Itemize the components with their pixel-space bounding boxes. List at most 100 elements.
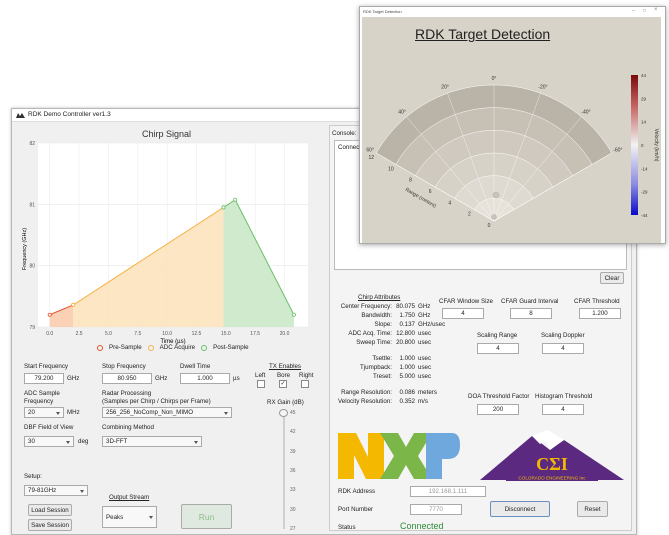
chirp-attribute-value: 0.086 bbox=[399, 389, 415, 396]
combining-method-select[interactable]: 3D-FFT bbox=[102, 436, 202, 447]
rx-gain-tick-label: 30 bbox=[290, 506, 296, 513]
tx-enables-label: TX Enables bbox=[269, 363, 301, 370]
setup-value: 79-81GHz bbox=[28, 487, 57, 494]
histogram-threshold-label: Histogram Threshold bbox=[535, 393, 593, 400]
radar-processing-sublabel: (Samples per Chirp / Chirps per Frame) bbox=[102, 398, 211, 405]
tx-right-checkbox[interactable] bbox=[301, 380, 309, 388]
chirp-attribute-label: Velocity Resolution: bbox=[338, 398, 392, 405]
chevron-down-icon bbox=[224, 412, 228, 415]
scaling-doppler-input[interactable]: 4 bbox=[542, 343, 584, 354]
angle-label: -60° bbox=[613, 148, 622, 154]
legend-adc-acquire: ADC Acquire bbox=[159, 344, 196, 351]
range-label: 12 bbox=[368, 155, 374, 161]
series-point bbox=[71, 302, 76, 307]
x-tick-label: 10.0 bbox=[162, 331, 172, 337]
rx-gain-tick-label: 45 bbox=[290, 410, 296, 416]
chirp-attribute-value: 0.137 bbox=[399, 321, 415, 328]
cfar-guard-interval-input[interactable]: 8 bbox=[510, 308, 552, 319]
range-label: 4 bbox=[448, 200, 451, 206]
doa-threshold-input[interactable]: 200 bbox=[477, 404, 519, 415]
range-label: 10 bbox=[388, 166, 394, 172]
chart-title: Chirp Signal bbox=[142, 129, 192, 139]
maximize-icon[interactable]: □ bbox=[643, 8, 646, 14]
stop-frequency-input[interactable]: 80.950 bbox=[102, 373, 152, 384]
chirp-attribute-value: 0.352 bbox=[399, 398, 415, 405]
cfar-threshold-label: CFAR Threshold bbox=[574, 298, 620, 305]
tx-bore-checkbox[interactable]: ✓ bbox=[279, 380, 287, 388]
td-titlebar: RDK Target Detection – □ × bbox=[360, 7, 665, 17]
disconnect-button[interactable]: Disconnect bbox=[490, 501, 550, 517]
run-button[interactable]: Run bbox=[181, 504, 232, 529]
colorbar-tick-label: 44 bbox=[641, 73, 647, 78]
chevron-down-icon bbox=[149, 516, 153, 519]
x-tick-label: 0.0 bbox=[46, 331, 53, 337]
legend-post-sample: Post-Sample bbox=[213, 344, 249, 351]
start-frequency-unit: GHz bbox=[67, 375, 80, 382]
output-stream-label: Output Stream bbox=[109, 494, 150, 501]
adc-unit: MHz bbox=[67, 409, 80, 416]
output-stream-select[interactable]: Peaks bbox=[102, 506, 157, 528]
polar-plot: 0° 20° -20° 40° -40° 60° -60° 12 10 8 6 4 2 0 Range (m… bbox=[366, 73, 659, 229]
chevron-down-icon bbox=[56, 412, 60, 415]
minimize-icon[interactable]: – bbox=[632, 8, 635, 14]
scaling-range-input[interactable]: 4 bbox=[477, 343, 519, 354]
chirp-attribute-value: 1.750 bbox=[399, 312, 415, 319]
angle-label: 0° bbox=[492, 76, 497, 82]
cfar-window-size-input[interactable]: 4 bbox=[442, 308, 484, 319]
chirp-attribute-label: Center Frequency: bbox=[340, 303, 392, 310]
series-point bbox=[47, 312, 52, 317]
range-label: 0 bbox=[488, 223, 491, 229]
chirp-attribute-label: Tjumpback: bbox=[360, 364, 392, 371]
reset-button[interactable]: Reset bbox=[577, 501, 608, 517]
chirp-attribute-unit: m/s bbox=[418, 398, 428, 405]
chirp-attribute-label: Slope: bbox=[374, 321, 392, 328]
range-label: 8 bbox=[409, 178, 412, 184]
y-tick-label: 80 bbox=[29, 264, 35, 270]
setup-label: Setup: bbox=[24, 473, 42, 480]
port-number-input[interactable]: 7770 bbox=[410, 504, 462, 515]
clear-button[interactable]: Clear bbox=[600, 272, 624, 284]
stop-frequency-label: Stop Frequency bbox=[102, 363, 146, 370]
start-frequency-label: Start Frequency bbox=[24, 363, 69, 370]
target-marker bbox=[492, 191, 500, 199]
dbf-fov-value: 30 bbox=[28, 438, 35, 445]
chirp-attribute-unit: GHz bbox=[418, 303, 431, 310]
radar-processing-label: Radar Processing bbox=[102, 390, 152, 397]
angle-label: 60° bbox=[366, 148, 374, 154]
close-icon[interactable]: × bbox=[654, 7, 658, 13]
load-session-button[interactable]: Load Session bbox=[28, 504, 72, 516]
radar-processing-value: 256_256_NoComp_Non_MIMO bbox=[106, 409, 194, 416]
tx-left-label: Left bbox=[255, 372, 266, 379]
rx-gain-slider-thumb[interactable] bbox=[279, 409, 288, 417]
angle-label: 40° bbox=[398, 109, 406, 115]
chevron-down-icon bbox=[80, 490, 84, 493]
tx-bore-label: Bore bbox=[277, 372, 291, 379]
chirp-attribute-unit: usec bbox=[418, 339, 432, 346]
combining-method-value: 3D-FFT bbox=[106, 438, 128, 445]
td-title: RDK Target Detection bbox=[415, 26, 551, 42]
rx-gain-slider-track[interactable] bbox=[283, 411, 285, 529]
app-icon bbox=[16, 113, 25, 118]
cfar-threshold-input[interactable]: 1.200 bbox=[579, 308, 621, 319]
x-tick-label: 17.5 bbox=[250, 331, 260, 337]
adc-sample-select[interactable]: 20 bbox=[24, 407, 64, 418]
colorbar-tick-label: 14 bbox=[641, 120, 647, 125]
chirp-attributes-list: Center Frequency: 80.075 GHz Bandwidth: 1.75… bbox=[330, 303, 450, 433]
angle-label: -40° bbox=[581, 109, 590, 115]
tx-left-checkbox[interactable] bbox=[257, 380, 265, 388]
console-label: Console: bbox=[332, 130, 357, 137]
x-tick-label: 12.5 bbox=[192, 331, 202, 337]
dbf-fov-select[interactable]: 30 bbox=[24, 436, 74, 447]
colorbar-label: Velocity (km/h) bbox=[653, 129, 659, 162]
setup-select[interactable]: 79-81GHz bbox=[24, 485, 88, 496]
histogram-threshold-input[interactable]: 4 bbox=[542, 404, 584, 415]
rdk-address-input[interactable]: 192.168.1.111 bbox=[410, 486, 486, 497]
rx-gain-tick-label: 36 bbox=[290, 468, 296, 474]
radar-processing-select[interactable]: 256_256_NoComp_Non_MIMO bbox=[102, 407, 232, 418]
rdk-address-label: RDK Address bbox=[338, 488, 376, 495]
start-frequency-input[interactable]: 79.200 bbox=[24, 373, 64, 384]
post-sample-legend-icon bbox=[201, 344, 208, 351]
scaling-doppler-label: Scaling Doppler bbox=[541, 332, 585, 339]
dwell-time-input[interactable]: 1.000 bbox=[180, 373, 230, 384]
save-session-button[interactable]: Save Session bbox=[28, 519, 72, 531]
